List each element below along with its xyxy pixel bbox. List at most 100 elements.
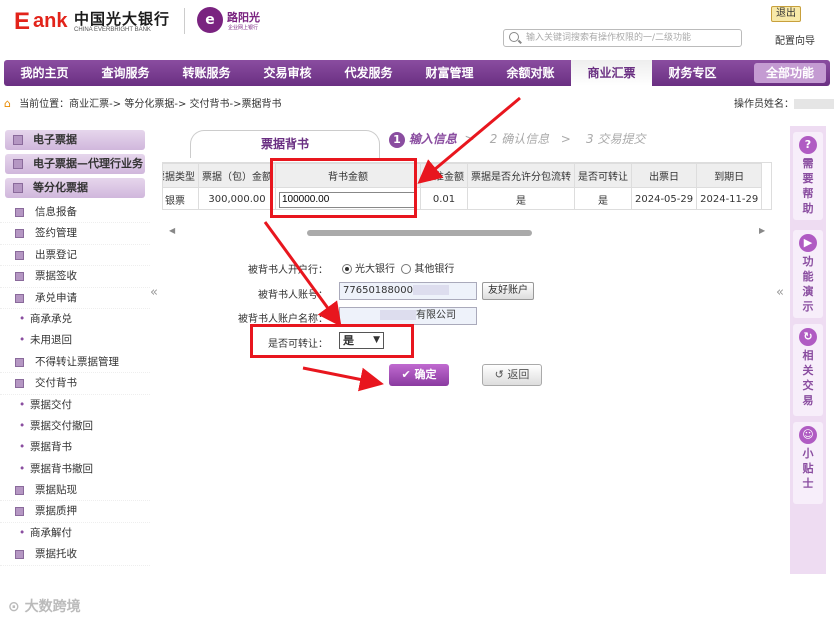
right-panel-button-1[interactable]: ▶ 功能演示 <box>793 230 823 318</box>
sidebar-item-label: 票据质押 <box>35 505 77 518</box>
back-button[interactable]: ↺ 返回 <box>482 364 542 386</box>
sidebar-item-11[interactable]: 票据背书 <box>0 437 150 459</box>
nav-item-8[interactable]: 财务专区 <box>652 60 733 86</box>
bank-label: 被背书人开户行： <box>248 265 328 276</box>
bank-name-cn: 中国光大银行 <box>74 10 171 28</box>
scroll-thumb[interactable] <box>307 230 532 236</box>
nav-item-0[interactable]: 我的主页 <box>4 60 85 86</box>
horizontal-scrollbar[interactable]: ◀ ▶ <box>162 226 772 240</box>
sidebar-item-1[interactable]: 签约管理 <box>0 223 150 245</box>
search-input[interactable]: 输入关键词搜索有操作权限的一/二级功能 <box>503 29 742 47</box>
plus-square-icon <box>15 357 24 367</box>
scroll-left-icon[interactable]: ◀ <box>169 226 175 235</box>
plus-square-icon <box>15 507 24 517</box>
search-icon <box>509 32 519 42</box>
sidebar-item-4[interactable]: 承兑申请 <box>0 288 150 309</box>
nav-item-3[interactable]: 交易审核 <box>247 60 328 86</box>
friend-account-button[interactable]: 友好账户 <box>482 282 534 300</box>
sidebar-item-14[interactable]: 票据质押 <box>0 501 150 523</box>
nav-item-5[interactable]: 财富管理 <box>409 60 490 86</box>
home-icon[interactable]: ⌂ <box>4 97 16 110</box>
nav-item-2[interactable]: 转账服务 <box>166 60 247 86</box>
step-3-number: 3 <box>586 132 594 146</box>
sidebar-item-9[interactable]: 票据交付 <box>0 395 150 416</box>
confirm-button[interactable]: ✔ 确定 <box>389 364 449 386</box>
sidebar-item-label: 承兑申请 <box>35 291 77 304</box>
tab-endorsement[interactable]: 票据背书 <box>190 130 380 158</box>
sidebar-item-7[interactable]: 不得转让票据管理 <box>0 352 150 374</box>
sidebar-item-label: 商承解付 <box>30 526 72 539</box>
table-row: 银票 300,000.00 0.01 是 是 2024-05-29 2024-1… <box>163 187 763 209</box>
th-amount: 票据（包）金额 <box>198 163 276 188</box>
sub-logo-title: 路阳光 <box>227 12 260 24</box>
sidebar-item-label: 票据托收 <box>35 548 77 561</box>
sidebar-item-label: 不得转让票据管理 <box>35 355 119 368</box>
sidebar-item-13[interactable]: 票据贴现 <box>0 480 150 502</box>
sidebar-item-0[interactable]: 信息报备 <box>0 202 150 224</box>
step-indicator: 1 输入信息 > 2 确认信息 > 3 交易提交 <box>389 130 646 148</box>
right-panel-label: 相关交易 <box>802 349 814 407</box>
account-input[interactable]: 77650188000 <box>339 282 477 300</box>
minus-square-icon <box>13 183 23 193</box>
cell-issue-date: 2024-05-29 <box>630 187 698 209</box>
sidebar-item-3[interactable]: 票据签收 <box>0 266 150 288</box>
collapse-right-icon[interactable]: « <box>776 285 784 300</box>
nav-item-1[interactable]: 查询服务 <box>85 60 166 86</box>
bank-name-en: CHINA EVERBRIGHT BANK <box>74 27 151 33</box>
sidebar-item-label: 票据背书 <box>30 441 72 454</box>
right-panel-button-3[interactable]: ☺ 小贴士 <box>793 422 823 504</box>
nav-item-4[interactable]: 代发服务 <box>328 60 409 86</box>
config-wizard-link[interactable]: 配置向导 <box>775 32 815 47</box>
sidebar-item-16[interactable]: 票据托收 <box>0 544 150 566</box>
cell-std-amount: 0.01 <box>420 187 468 209</box>
tab-bar: 票据背书 1 输入信息 > 2 确认信息 > 3 交易提交 <box>162 126 772 158</box>
sidebar-item-15[interactable]: 商承解付 <box>0 523 150 544</box>
right-panel-button-2[interactable]: ↻ 相关交易 <box>793 324 823 416</box>
right-panel-label: 需要帮助 <box>802 157 814 215</box>
sidebar-item-6[interactable]: 未用退回 <box>0 330 150 351</box>
confirm-label: 确定 <box>414 368 437 381</box>
scroll-right-icon[interactable]: ▶ <box>759 226 765 235</box>
main-nav: 我的主页 查询服务 转账服务 交易审核 代发服务 财富管理 余额对账 商业汇票 财务专区 全部功能 <box>4 60 830 86</box>
account-name-redacted <box>380 310 416 320</box>
nav-item-6[interactable]: 余额对账 <box>490 60 571 86</box>
highlight-transferable <box>250 324 414 358</box>
account-name-label: 被背书人账户名称： <box>238 314 328 325</box>
sub-logo-subtitle: 企业网上银行 <box>228 25 259 31</box>
sidebar-item-label: 交付背书 <box>35 377 77 390</box>
cell-transferable: 是 <box>574 187 632 209</box>
sidebar-item-5[interactable]: 商承承兑 <box>0 309 150 330</box>
right-panel-label: 功能演示 <box>802 255 814 313</box>
sidebar-item-2[interactable]: 出票登记 <box>0 245 150 267</box>
sidebar-group-2[interactable]: 等分化票据 <box>5 178 145 198</box>
th-std-amount: 标准金额 <box>420 163 468 188</box>
sidebar-item-label: 信息报备 <box>35 206 77 218</box>
sidebar-item-label: 票据签收 <box>35 270 77 283</box>
sidebar-item-12[interactable]: 票据背书撤回 <box>0 459 150 480</box>
exit-button[interactable]: 退出 <box>771 6 801 22</box>
right-panel: ? 需要帮助 ▶ 功能演示 ↻ 相关交易 ☺ 小贴士 <box>790 126 826 574</box>
bank-logo-ank: ank <box>33 10 68 32</box>
collapse-left-icon[interactable]: « <box>150 285 158 300</box>
nav-item-7[interactable]: 商业汇票 <box>571 60 652 86</box>
radio-other-bank[interactable] <box>401 264 412 274</box>
operator-label: 操作员姓名： <box>734 99 794 110</box>
plus-square-icon <box>15 272 24 282</box>
sidebar-group-0[interactable]: 电子票据 <box>5 130 145 150</box>
sidebar-item-10[interactable]: 票据交付撤回 <box>0 416 150 437</box>
sidebar-item-label: 票据交付撤回 <box>30 419 93 432</box>
plus-square-icon <box>15 229 24 239</box>
sidebar: 电子票据电子票据—代理行业务等分化票据信息报备签约管理出票登记票据签收承兑申请商… <box>0 126 150 574</box>
radio-everbright[interactable] <box>342 264 352 274</box>
friend-account-label: 友好账户 <box>488 285 528 296</box>
account-redacted <box>413 285 449 295</box>
sidebar-item-8[interactable]: 交付背书 <box>0 373 150 395</box>
all-functions-button[interactable]: 全部功能 <box>754 63 826 83</box>
th-transferable: 是否可转让 <box>574 163 632 188</box>
account-name-input[interactable]: 有限公司 <box>339 307 477 325</box>
bank-radio-group: 光大银行 其他银行 <box>342 260 454 275</box>
sidebar-group-1[interactable]: 电子票据—代理行业务 <box>5 154 145 174</box>
radio-other-label: 其他银行 <box>414 264 455 275</box>
right-panel-button-0[interactable]: ? 需要帮助 <box>793 132 823 220</box>
back-label: 返回 <box>507 368 530 381</box>
